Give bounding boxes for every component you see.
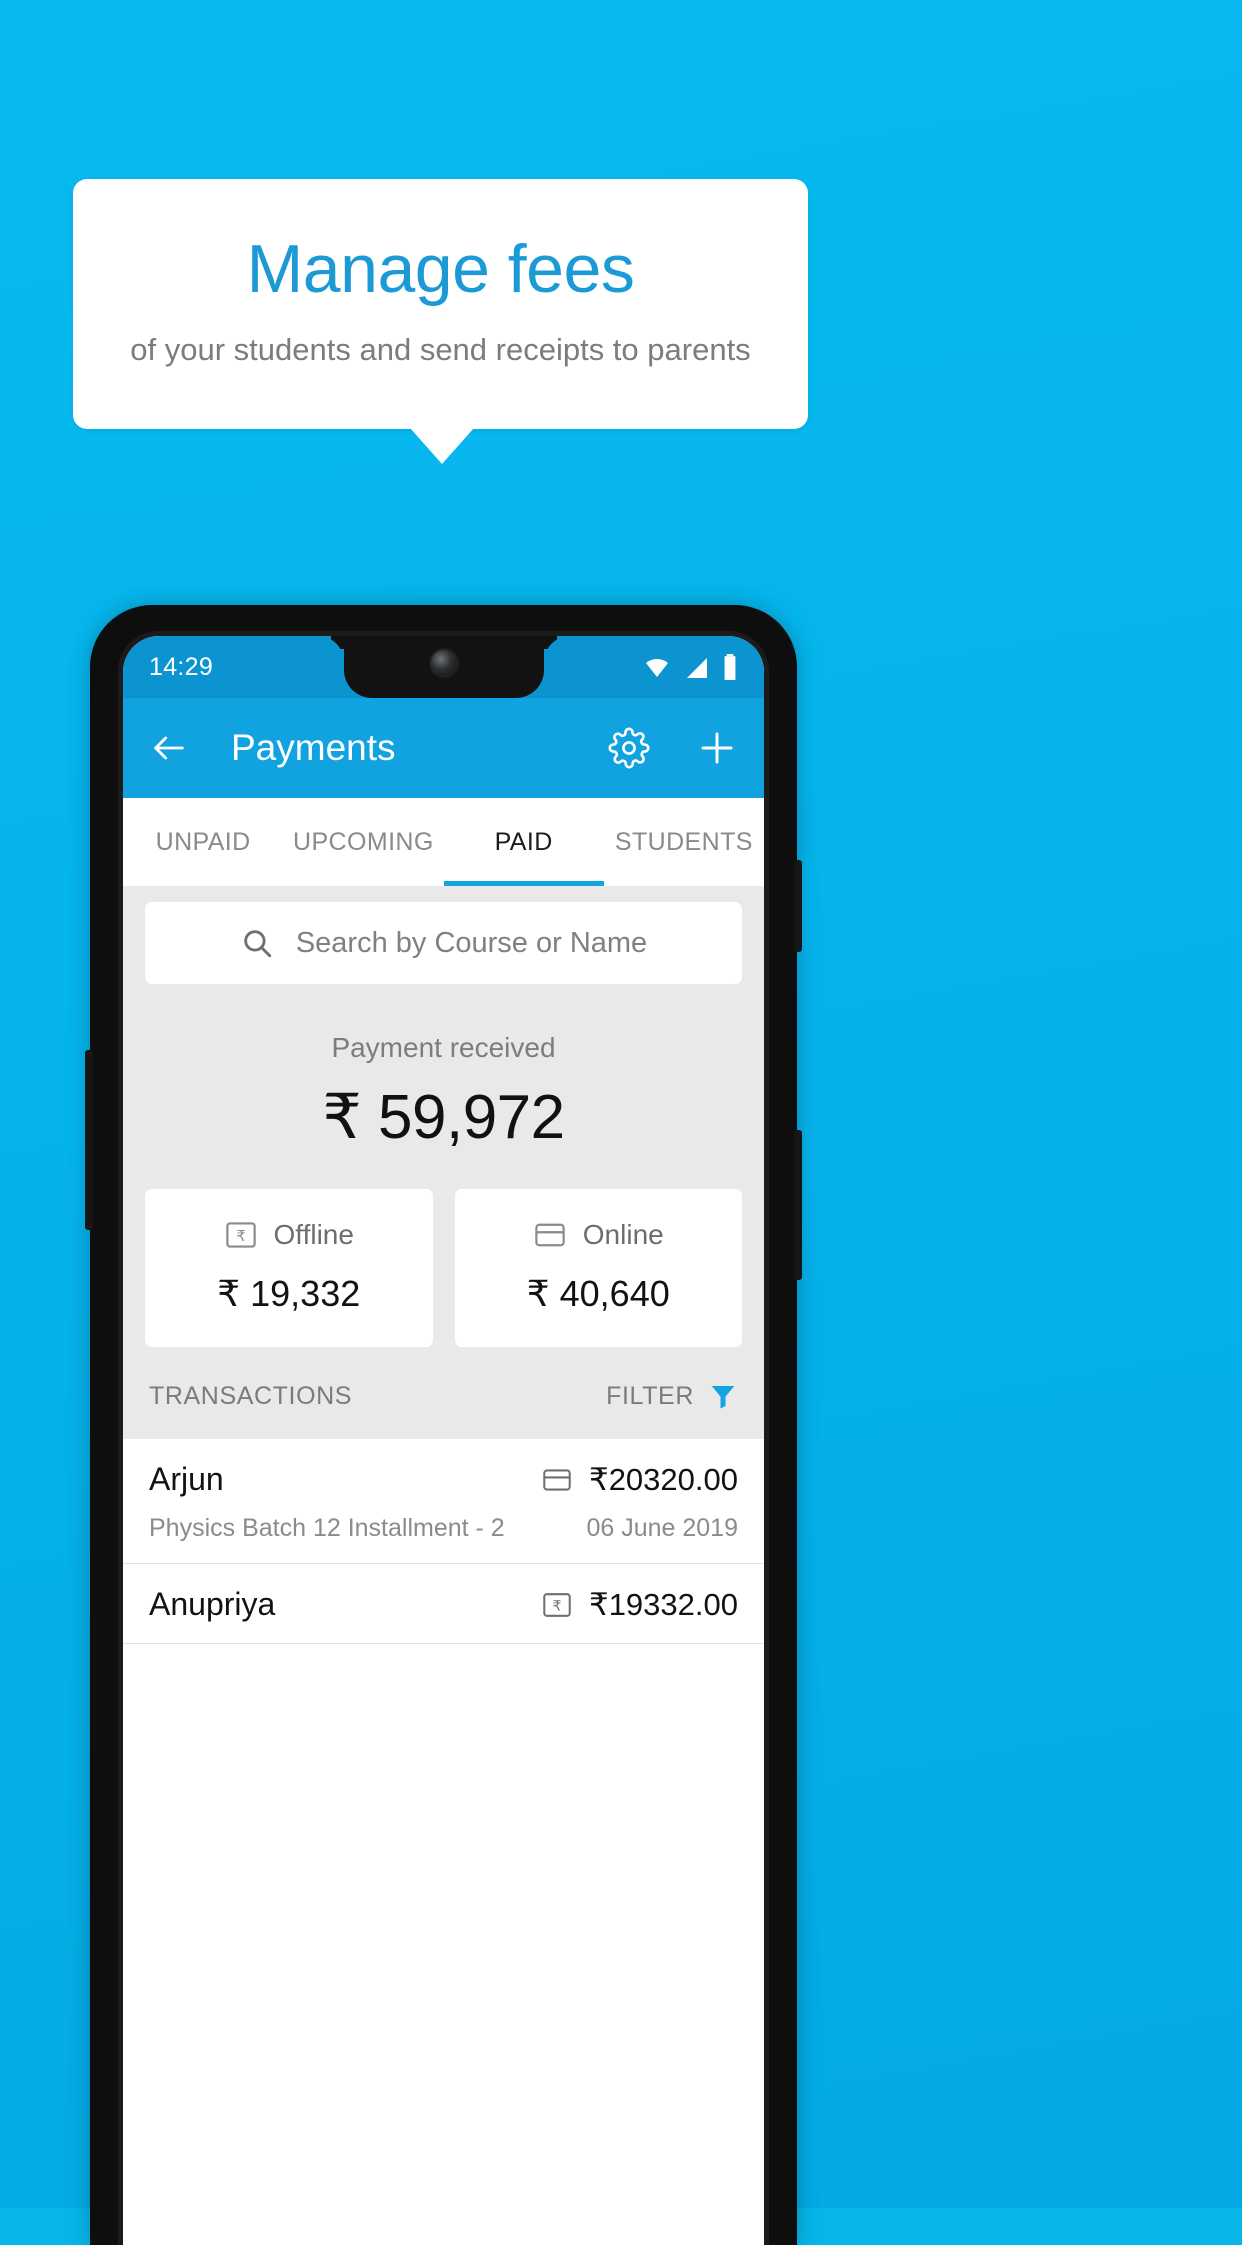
tab-upcoming[interactable]: UPCOMING [283, 798, 443, 886]
payment-summary: Payment received ₹ 59,972 [123, 984, 764, 1167]
transactions-title: TRANSACTIONS [149, 1381, 353, 1410]
payment-breakdown: ₹ Offline ₹ 19,332 Online ₹ 40,640 [123, 1167, 764, 1347]
rupee-note-icon: ₹ [224, 1220, 258, 1250]
credit-card-icon [533, 1220, 567, 1250]
status-time: 14:29 [149, 652, 214, 681]
search-placeholder: Search by Course or Name [295, 926, 648, 959]
transaction-date: 06 June 2019 [586, 1514, 738, 1542]
offline-card-label: Offline [273, 1219, 354, 1250]
filter-label: FILTER [606, 1381, 694, 1410]
front-camera [430, 650, 457, 676]
tab-paid[interactable]: PAID [443, 798, 605, 886]
online-card-label: Online [582, 1219, 664, 1250]
app-bar: Payments [123, 698, 764, 798]
offline-card-value: ₹ 19,332 [217, 1273, 361, 1314]
plus-icon[interactable] [696, 727, 738, 769]
battery-icon [722, 654, 738, 680]
payment-received-amount: ₹ 59,972 [322, 1083, 565, 1152]
wifi-icon [642, 656, 672, 680]
transaction-amount: ₹19332.00 [588, 1586, 738, 1622]
search-container: Search by Course or Name [123, 886, 764, 984]
funnel-icon [708, 1381, 738, 1411]
paid-tab-content: Search by Course or Name Payment receive… [123, 886, 764, 1644]
table-row[interactable]: Arjun ₹20320.00 Physics Batch 12 Install… [123, 1439, 764, 1564]
phone-screen: 14:29 Payments UNPAID UPCOMING PAID STUD… [123, 636, 764, 2245]
promo-subtitle: of your students and send receipts to pa… [130, 331, 751, 367]
online-card-head: Online [455, 1219, 743, 1251]
transaction-amount-group: ₹20320.00 [541, 1462, 738, 1498]
tab-bar: UNPAID UPCOMING PAID STUDENTS [123, 798, 764, 886]
search-input[interactable]: Search by Course or Name [145, 902, 742, 984]
offline-card[interactable]: ₹ Offline ₹ 19,332 [145, 1189, 433, 1347]
gear-icon[interactable] [608, 727, 650, 769]
transaction-secondary-line: Physics Batch 12 Installment - 2 06 June… [149, 1514, 738, 1543]
payment-received-label: Payment received [331, 1032, 556, 1063]
phone-power-button [794, 860, 802, 952]
phone-mockup: 14:29 Payments UNPAID UPCOMING PAID STUD… [85, 605, 802, 2245]
phone-bezel: 14:29 Payments UNPAID UPCOMING PAID STUD… [118, 631, 769, 2245]
transaction-name: Anupriya [149, 1586, 276, 1622]
app-bar-actions [608, 727, 738, 769]
filter-button[interactable]: FILTER [606, 1381, 738, 1411]
status-icons [642, 654, 738, 680]
search-icon [240, 926, 274, 960]
rupee-note-icon: ₹ [541, 1591, 573, 1619]
svg-text:₹: ₹ [553, 1598, 562, 1614]
promo-card-tail [410, 428, 474, 464]
transaction-amount: ₹20320.00 [588, 1461, 738, 1497]
online-card-value: ₹ 40,640 [526, 1273, 670, 1314]
phone-volume-button [85, 1050, 93, 1230]
promo-card: Manage fees of your students and send re… [73, 179, 808, 429]
transaction-primary-line: Anupriya ₹ ₹19332.00 [149, 1586, 738, 1623]
tab-unpaid[interactable]: UNPAID [123, 798, 283, 886]
phone-side-button [794, 1130, 802, 1280]
transactions-header: TRANSACTIONS FILTER [123, 1347, 764, 1439]
transaction-description: Physics Batch 12 Installment - 2 [149, 1514, 505, 1542]
offline-card-head: ₹ Offline [145, 1219, 433, 1251]
svg-text:₹: ₹ [236, 1227, 246, 1245]
transaction-primary-line: Arjun ₹20320.00 [149, 1461, 738, 1498]
page-title: Payments [231, 727, 396, 768]
transactions-list: Arjun ₹20320.00 Physics Batch 12 Install… [123, 1439, 764, 1644]
tab-students[interactable]: STUDENTS [604, 798, 764, 886]
transaction-name: Arjun [149, 1461, 224, 1497]
signal-icon [683, 656, 711, 680]
transaction-amount-group: ₹ ₹19332.00 [541, 1587, 738, 1623]
promo-title: Manage fees [246, 231, 635, 308]
table-row[interactable]: Anupriya ₹ ₹19332.00 [123, 1564, 764, 1644]
online-card[interactable]: Online ₹ 40,640 [454, 1189, 743, 1347]
credit-card-icon [541, 1466, 573, 1494]
arrow-back-icon[interactable] [149, 728, 189, 768]
